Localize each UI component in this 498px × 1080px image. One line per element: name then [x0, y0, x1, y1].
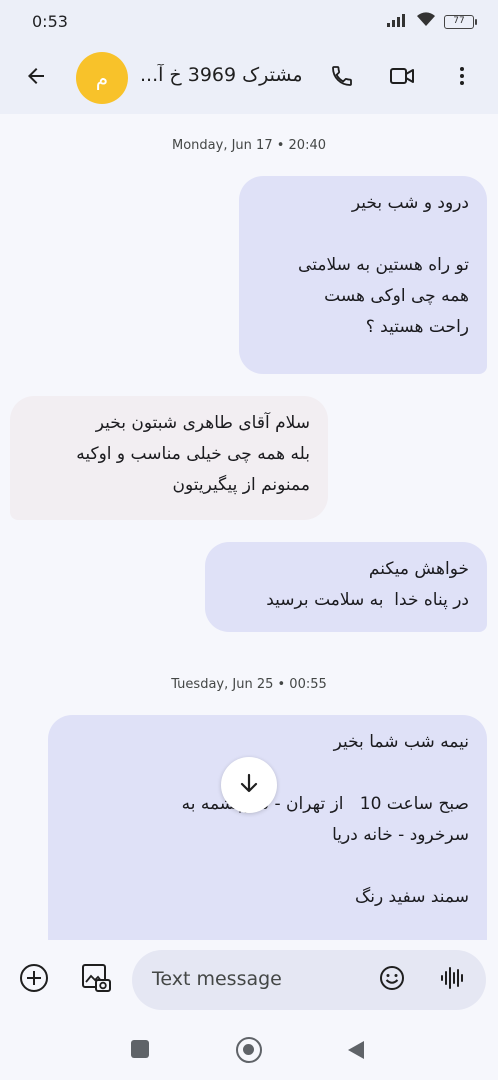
more-vert-icon: [450, 64, 474, 92]
status-bar: 0:53 77: [0, 0, 498, 42]
recents-button[interactable]: [131, 1040, 149, 1058]
system-navigation-bar: [0, 1020, 498, 1080]
message-bubble-outgoing[interactable]: خواهش میکنم در پناه خدا به سلامت برسید: [205, 542, 487, 632]
emoji-button[interactable]: [372, 960, 412, 1000]
home-button[interactable]: [236, 1037, 262, 1063]
status-time: 0:53: [32, 12, 68, 31]
add-circle-icon: [18, 962, 50, 998]
phone-icon: [330, 64, 354, 92]
message-bubble-incoming[interactable]: سلام آقای طاهری شبتون بخیر بله همه چی خی…: [10, 396, 328, 520]
message-input[interactable]: Text message: [132, 950, 486, 1010]
wifi-icon: [416, 12, 436, 31]
battery-icon: 77: [444, 14, 477, 29]
message-bubble-outgoing[interactable]: نیمه شب شما بخیر صبح ساعت 10 از تهران - …: [48, 715, 487, 940]
signal-icon: [386, 12, 408, 31]
system-back-button[interactable]: [346, 1039, 366, 1065]
more-options-button[interactable]: [442, 58, 482, 98]
status-icons: 77: [386, 12, 477, 31]
call-button[interactable]: [322, 58, 362, 98]
gallery-button[interactable]: [76, 960, 116, 1000]
back-button[interactable]: [16, 58, 56, 98]
message-list[interactable]: Monday, Jun 17 • 20:40 درود و شب بخیر تو…: [0, 114, 498, 940]
arrow-down-icon: [237, 771, 261, 799]
message-bubble-outgoing[interactable]: درود و شب بخیر تو راه هستین به سلامتی هم…: [239, 176, 487, 374]
voice-icon: [438, 964, 466, 996]
scroll-to-bottom-button[interactable]: [221, 757, 277, 813]
compose-bar: Text message: [0, 940, 498, 1020]
date-divider: Tuesday, Jun 25 • 00:55: [171, 677, 327, 692]
gallery-icon: [79, 961, 113, 999]
back-arrow-icon: [24, 64, 48, 92]
conversation-header: م مشترک 3969 خ آ...: [0, 42, 498, 114]
contact-name[interactable]: مشترک 3969 خ آ...: [140, 64, 310, 86]
video-call-button[interactable]: [382, 58, 422, 98]
video-camera-icon: [389, 64, 415, 92]
contact-avatar[interactable]: م: [76, 52, 128, 104]
message-input-placeholder: Text message: [152, 968, 282, 990]
home-icon: [243, 1044, 254, 1055]
voice-message-button[interactable]: [432, 960, 472, 1000]
emoji-icon: [378, 964, 406, 996]
date-divider: Monday, Jun 17 • 20:40: [172, 138, 326, 153]
attach-button[interactable]: [14, 960, 54, 1000]
